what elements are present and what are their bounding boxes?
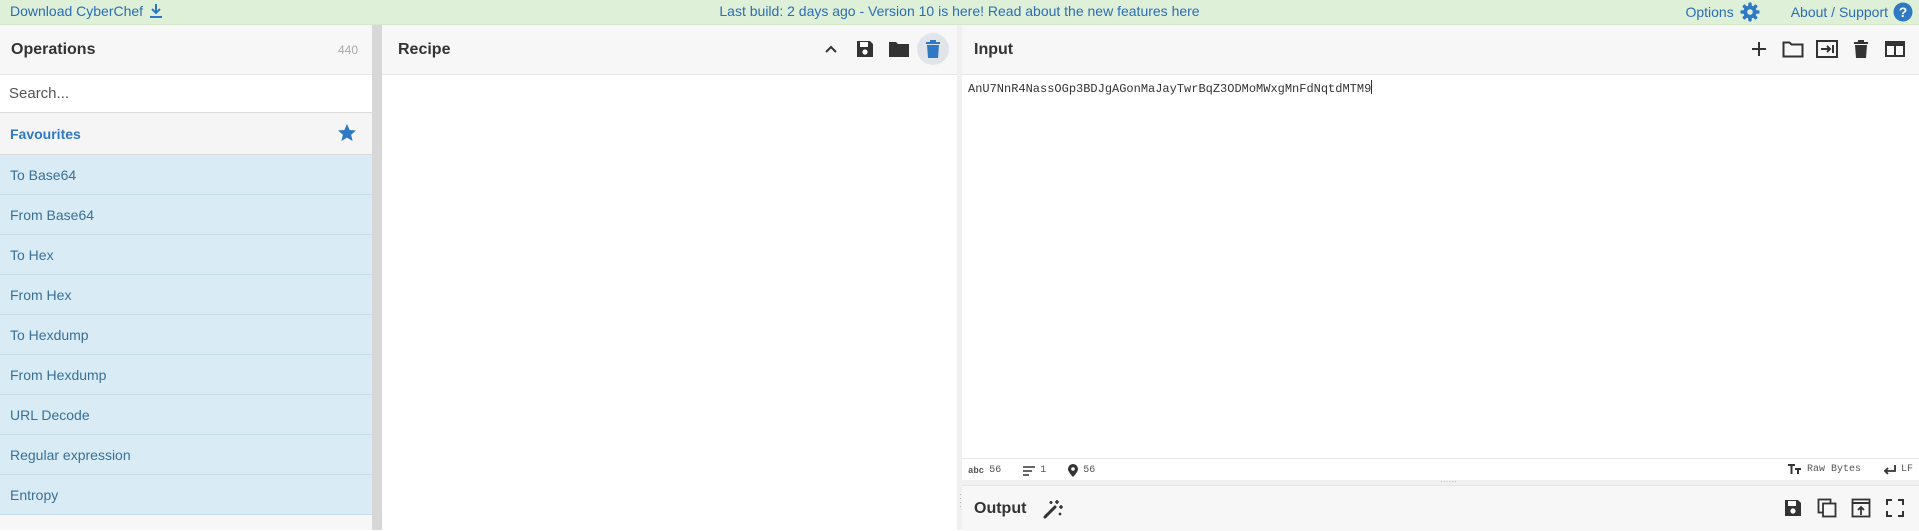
plus-icon (1751, 41, 1767, 57)
save-output-button[interactable] (1777, 492, 1809, 524)
layout-icon (1884, 40, 1906, 58)
options-link[interactable]: Options (1685, 1, 1760, 23)
trash-icon (925, 39, 941, 59)
text-format-icon (1787, 464, 1802, 475)
input-textarea[interactable]: AnU7NnR4NassOGp3BDJgAGonMaJayTwrBqZ3ODMo… (968, 80, 1898, 420)
search-input[interactable] (0, 75, 372, 112)
maximise-output-button[interactable] (1879, 492, 1911, 524)
operation-item[interactable]: From Base64 (0, 195, 372, 235)
operations-recipe-gutter[interactable] (372, 25, 382, 530)
about-support-label: About / Support (1790, 4, 1888, 20)
magic-wand-icon[interactable] (1042, 498, 1064, 520)
operations-title: Operations (11, 40, 96, 58)
help-icon: ? (1893, 2, 1913, 22)
open-folder-button[interactable] (1777, 33, 1809, 65)
star-icon[interactable] (337, 123, 357, 143)
folder-open-icon (1782, 40, 1804, 58)
output-title: Output (974, 500, 1027, 517)
operations-pane: Operations 440 Favourites To Base64 From… (0, 25, 372, 530)
operations-header: Operations 440 (0, 25, 372, 75)
search-box (0, 75, 372, 113)
collapse-recipe-button[interactable] (815, 33, 847, 65)
add-input-tab-button[interactable] (1743, 33, 1775, 65)
top-banner: Download CyberChef Last build: 2 days ag… (0, 0, 1919, 25)
copy-icon (1817, 498, 1837, 518)
input-title: Input (974, 40, 1014, 58)
eol-selector[interactable]: LF (1901, 464, 1913, 475)
operation-item[interactable]: To Base64 (0, 155, 372, 195)
load-recipe-button[interactable] (883, 33, 915, 65)
fullscreen-icon (1886, 499, 1904, 517)
folder-icon (888, 40, 910, 58)
char-count: 56 (989, 465, 1002, 476)
copy-output-button[interactable] (1811, 492, 1843, 524)
eol-return-icon (1883, 464, 1896, 475)
encoding-selector[interactable]: Raw Bytes (1807, 464, 1861, 475)
favourites-label: Favourites (10, 125, 81, 142)
operation-item[interactable]: URL Decode (0, 395, 372, 435)
input-pane: Input AnU7NnR4NassOGp3BDJgAGonMaJayTwrBq… (962, 25, 1919, 481)
build-notice: Last build: 2 days ago - Version 10 is h… (0, 3, 1919, 19)
input-file-icon (1816, 40, 1838, 58)
options-label: Options (1685, 4, 1734, 20)
operation-item[interactable]: From Hex (0, 275, 372, 315)
operation-item[interactable]: To Hexdump (0, 315, 372, 355)
output-pane: Output (962, 485, 1919, 531)
text-caret (1371, 80, 1373, 94)
input-header: Input (962, 25, 1919, 75)
operations-count: 440 (337, 43, 358, 57)
download-cyberchef-link[interactable]: Download CyberChef (10, 3, 163, 19)
recipe-header: Recipe (382, 25, 957, 75)
save-icon (855, 39, 875, 59)
build-notice-link[interactable]: Last build: 2 days ago - Version 10 is h… (719, 3, 1199, 19)
line-count: 1 (1040, 465, 1047, 476)
operation-item[interactable]: To Hex (0, 235, 372, 275)
clear-input-button[interactable] (1845, 33, 1877, 65)
operation-list: To Base64 From Base64 To Hex From Hex To… (0, 155, 372, 515)
move-to-input-icon (1851, 498, 1871, 518)
about-support-link[interactable]: About / Support ? (1791, 2, 1913, 22)
save-recipe-button[interactable] (849, 33, 881, 65)
open-file-button[interactable] (1811, 33, 1843, 65)
gutter-grip: · · · · · · (1440, 477, 1457, 486)
category-favourites[interactable]: Favourites (0, 113, 372, 155)
download-icon (149, 3, 163, 19)
lines-icon (1023, 465, 1036, 476)
input-text: AnU7NnR4NassOGp3BDJgAGonMaJayTwrBqZ3ODMo… (968, 82, 1372, 96)
operation-item[interactable]: Entropy (0, 475, 372, 515)
operation-item[interactable]: Regular expression (0, 435, 372, 475)
reset-layout-button[interactable] (1879, 33, 1911, 65)
caret-position: 56 (1083, 465, 1096, 476)
chevron-up-icon (823, 41, 839, 57)
recipe-title: Recipe (398, 40, 451, 58)
replace-input-button[interactable] (1845, 492, 1877, 524)
recipe-pane: Recipe (382, 25, 957, 530)
save-icon (1783, 498, 1803, 518)
gear-icon (1739, 1, 1761, 23)
chars-icon: abc (968, 465, 985, 476)
trash-icon (1853, 39, 1869, 59)
location-pin-icon (1068, 464, 1079, 477)
operation-item[interactable]: From Hexdump (0, 355, 372, 395)
download-label: Download CyberChef (10, 3, 144, 19)
clear-recipe-button[interactable] (917, 33, 949, 65)
svg-text:?: ? (1899, 4, 1908, 20)
